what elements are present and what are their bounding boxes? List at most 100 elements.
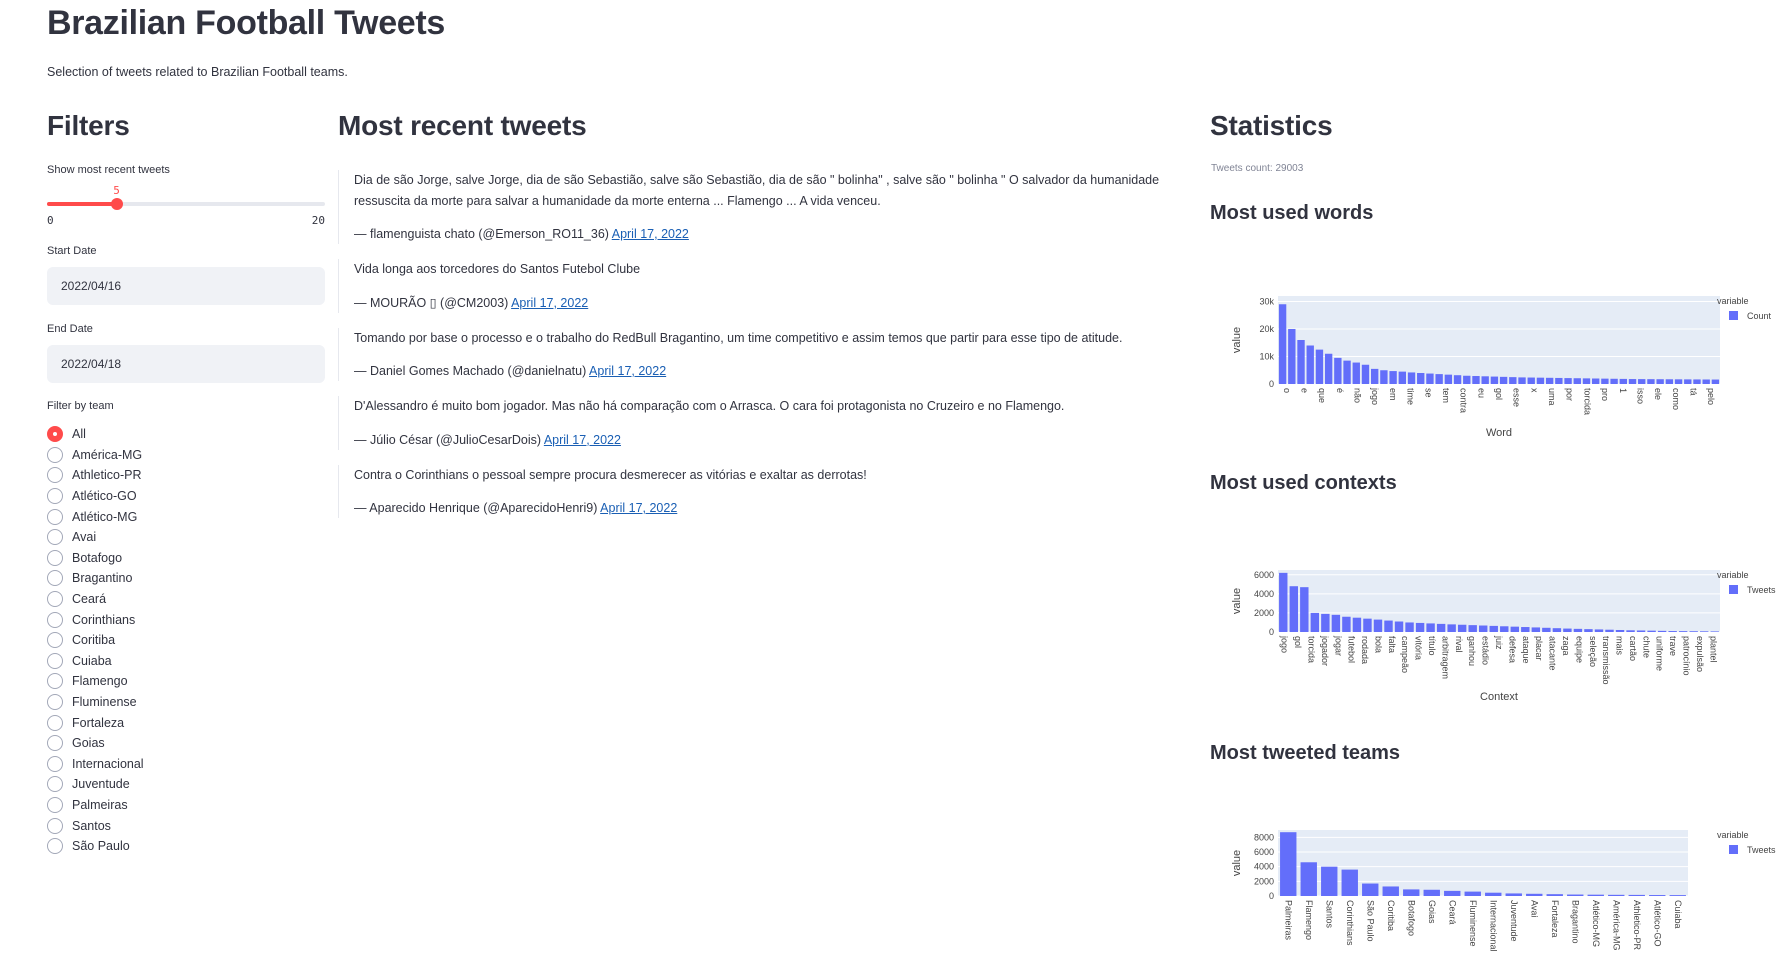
bar (1464, 891, 1481, 896)
tweet-date-link[interactable]: April 17, 2022 (511, 296, 588, 310)
radio-button[interactable] (47, 549, 63, 566)
bar (1352, 617, 1362, 632)
bar (1564, 378, 1572, 384)
teams-chart[interactable]: 0 2000 4000 6000 8000 value Palmeiras Flamengo S… (1210, 828, 1787, 957)
team-option[interactable]: Cuiaba (47, 651, 144, 672)
x-tick-label: jogo (1280, 635, 1290, 653)
bar (1485, 892, 1502, 896)
radio-button[interactable] (47, 817, 63, 834)
team-option[interactable]: Palmeiras (47, 795, 144, 816)
team-option[interactable]: América-MG (47, 445, 144, 466)
x-tick-label: que (1317, 388, 1327, 403)
tweet-author-line: — Júlio César (@JulioCesarDois) April 17… (354, 430, 1188, 450)
team-option[interactable]: Bragantino (47, 568, 144, 589)
team-option[interactable]: Coritiba (47, 630, 144, 651)
tweet-text: Vida longa aos torcedores do Santos Fute… (354, 262, 641, 276)
bar (1363, 618, 1372, 632)
bar (1555, 377, 1563, 384)
radio-button[interactable] (47, 446, 63, 463)
bar (1479, 625, 1488, 632)
team-option[interactable]: Avai (47, 527, 144, 548)
bar (1468, 625, 1477, 632)
team-option[interactable]: Santos (47, 815, 144, 836)
tweet-text: Tomando por base o processo e o trabalho… (354, 330, 1123, 345)
bar (1545, 377, 1554, 384)
team-option[interactable]: Fortaleza (47, 712, 144, 733)
tweet-date-link[interactable]: April 17, 2022 (544, 433, 621, 447)
bar (1649, 895, 1666, 896)
x-tick-label: plantel (1708, 636, 1718, 663)
radio-button[interactable] (47, 488, 63, 505)
y-tick-label: 8000 (1254, 832, 1274, 842)
radio-button[interactable] (47, 796, 63, 813)
radio-button[interactable] (47, 776, 63, 793)
bar (1608, 894, 1625, 896)
y-tick-label: 6000 (1254, 570, 1274, 580)
radio-button[interactable] (47, 714, 63, 731)
radio-button[interactable] (47, 694, 63, 711)
radio-button[interactable] (47, 632, 63, 649)
legend-title: variable (1717, 570, 1749, 580)
radio-button[interactable] (47, 652, 63, 669)
page-title: Brazilian Football Tweets (47, 4, 446, 42)
start-date-input[interactable]: 2022/04/16 (47, 267, 325, 305)
team-option[interactable]: Athletico-PR (47, 465, 144, 486)
slider-track[interactable] (47, 202, 325, 206)
recent-tweets-slider[interactable]: 5 0 20 (47, 184, 325, 230)
radio-button[interactable] (47, 529, 63, 546)
tweet-author-line: — MOURÃO ▯ (@CM2003) April 17, 2022 (354, 293, 1188, 313)
radio-button[interactable] (47, 508, 63, 525)
bar (1510, 626, 1519, 632)
tweet-date-link[interactable]: April 17, 2022 (612, 227, 689, 241)
radio-button[interactable] (47, 467, 63, 484)
words-chart[interactable]: 0 10k 20k 30k value o e que é não jogo em time se tem c… (1210, 270, 1787, 446)
x-tick-label: ataque (1521, 636, 1531, 664)
tweet-date-link[interactable]: April 17, 2022 (600, 501, 677, 515)
radio-button[interactable] (47, 611, 63, 628)
radio-button[interactable] (47, 838, 63, 855)
team-option[interactable]: Atlético-MG (47, 506, 144, 527)
bar (1444, 890, 1461, 896)
team-option[interactable]: Fluminense (47, 692, 144, 713)
x-tick-label: torcida (1582, 388, 1592, 415)
bar (1674, 379, 1683, 384)
x-tick-label: mais (1615, 636, 1625, 656)
x-tick-label: jogador (1320, 635, 1330, 666)
radio-button[interactable] (47, 755, 63, 772)
radio-button[interactable] (47, 673, 63, 690)
team-option[interactable]: São Paulo (47, 836, 144, 857)
bar (1710, 631, 1719, 632)
end-date-input[interactable]: 2022/04/18 (47, 345, 325, 383)
team-option[interactable]: Corinthians (47, 609, 144, 630)
tweet-date-link[interactable]: April 17, 2022 (589, 364, 666, 378)
team-option[interactable]: Ceará (47, 589, 144, 610)
bar (1457, 624, 1467, 632)
legend-swatch (1729, 585, 1738, 594)
team-option[interactable]: Juventude (47, 774, 144, 795)
bar (1436, 623, 1446, 632)
team-option[interactable]: Flamengo (47, 671, 144, 692)
bar (1711, 379, 1720, 384)
radio-button[interactable] (47, 570, 63, 587)
bar (1297, 340, 1305, 384)
team-option[interactable]: Goias (47, 733, 144, 754)
x-tick-label: São Paulo (1365, 900, 1375, 942)
contexts-chart[interactable]: 0 2000 4000 6000 value jogo gol torcida jogador j… (1210, 548, 1787, 703)
team-option-label: Flamengo (72, 674, 128, 689)
team-option[interactable]: All (47, 424, 144, 445)
radio-button[interactable] (47, 735, 63, 752)
slider-thumb[interactable] (110, 198, 123, 210)
radio-button[interactable] (47, 591, 63, 608)
team-option[interactable]: Atlético-GO (47, 486, 144, 507)
team-option-label: Coritiba (72, 633, 116, 648)
team-option[interactable]: Botafogo (47, 548, 144, 569)
team-option[interactable]: Internacional (47, 754, 144, 775)
tweet-card: Vida longa aos torcedores do Santos Fute… (338, 259, 1188, 313)
team-option-label: Bragantino (72, 571, 133, 586)
team-option-label: Athletico-PR (72, 468, 142, 483)
radio-button[interactable] (47, 426, 63, 443)
x-tick-label: uniforme (1655, 636, 1665, 671)
bar (1389, 371, 1397, 384)
bar (1407, 372, 1416, 384)
bar (1415, 622, 1425, 632)
